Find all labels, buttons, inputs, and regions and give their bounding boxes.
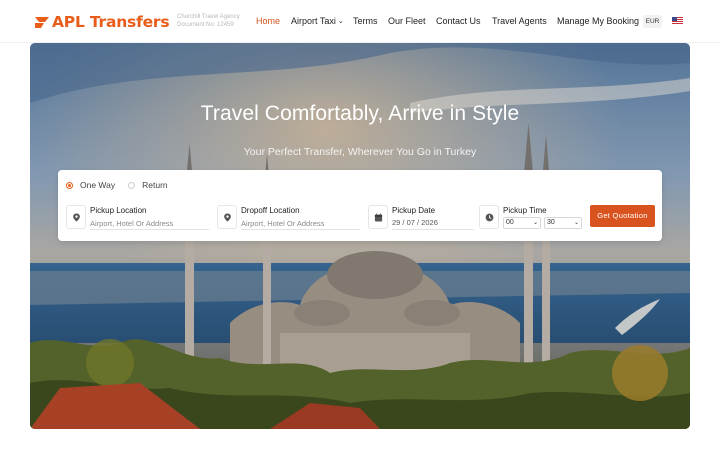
- hero-title: Travel Comfortably, Arrive in Style: [200, 102, 520, 125]
- nav-airport-taxi-label: Airport Taxi: [291, 16, 336, 26]
- nav-manage-booking[interactable]: Manage My Booking: [557, 16, 639, 26]
- pickup-location-input[interactable]: [90, 218, 209, 230]
- logo-mark-icon: [35, 15, 49, 29]
- pickup-time-label: Pickup Time: [503, 206, 547, 215]
- booking-form: One Way Return Pickup Location Dropoff L…: [58, 170, 662, 241]
- trip-type-one-way-label: One Way: [80, 180, 116, 190]
- pickup-minute-value: 30: [547, 219, 555, 226]
- trip-type-return-label: Return: [142, 180, 168, 190]
- trip-type-return[interactable]: Return: [128, 180, 168, 190]
- chevron-down-icon: ⌄: [573, 220, 579, 226]
- calendar-icon: [368, 205, 388, 229]
- agency-document-no: Document No: 12459: [177, 21, 234, 28]
- site-header: APL Transfers Churchill Travel Agency Do…: [0, 0, 720, 43]
- agency-name: Churchill Travel Agency: [177, 14, 240, 20]
- brand-name: APL Transfers: [52, 13, 170, 31]
- dropoff-location-input[interactable]: [241, 218, 360, 230]
- pickup-location-label: Pickup Location: [90, 206, 147, 215]
- pickup-minute-select[interactable]: 30 ⌄: [544, 217, 582, 229]
- us-flag-icon[interactable]: [672, 17, 683, 25]
- map-pin-icon: [66, 205, 86, 229]
- pickup-date-input[interactable]: 29 / 07 / 2026: [392, 218, 474, 230]
- nav-home[interactable]: Home: [256, 16, 280, 26]
- logo[interactable]: APL Transfers: [35, 12, 170, 32]
- pickup-date-label: Pickup Date: [392, 206, 436, 215]
- pickup-date-field: Pickup Date 29 / 07 / 2026: [368, 205, 478, 231]
- agency-info: Churchill Travel Agency Document No: 124…: [177, 14, 252, 29]
- dropoff-location-label: Dropoff Location: [241, 206, 300, 215]
- nav-travel-agents[interactable]: Travel Agents: [492, 16, 547, 26]
- radio-unselected-icon: [128, 181, 136, 189]
- chevron-down-icon: ⌄: [532, 220, 538, 226]
- map-pin-icon: [217, 205, 237, 229]
- radio-selected-icon: [66, 181, 73, 189]
- chevron-down-icon: ⌄: [337, 18, 344, 25]
- nav-terms[interactable]: Terms: [353, 16, 378, 26]
- clock-icon: [479, 205, 499, 229]
- get-quotation-button[interactable]: Get Quotation: [590, 205, 655, 227]
- pickup-hour-select[interactable]: 00 ⌄: [503, 217, 541, 229]
- dropoff-location-field: Dropoff Location: [217, 205, 362, 231]
- pickup-time-field: Pickup Time 00 ⌄ 30 ⌄: [479, 205, 584, 231]
- pickup-hour-value: 00: [506, 219, 514, 226]
- pickup-location-field: Pickup Location: [66, 205, 211, 231]
- currency-selector[interactable]: EUR: [643, 15, 662, 28]
- nav-contact-us[interactable]: Contact Us: [436, 16, 481, 26]
- trip-type-one-way[interactable]: One Way: [66, 180, 115, 190]
- nav-our-fleet[interactable]: Our Fleet: [388, 16, 426, 26]
- hero-subtitle: Your Perfect Transfer, Wherever You Go i…: [243, 146, 477, 158]
- nav-airport-taxi[interactable]: Airport Taxi ⌄: [291, 16, 344, 26]
- trip-type-selector: One Way Return: [66, 180, 181, 190]
